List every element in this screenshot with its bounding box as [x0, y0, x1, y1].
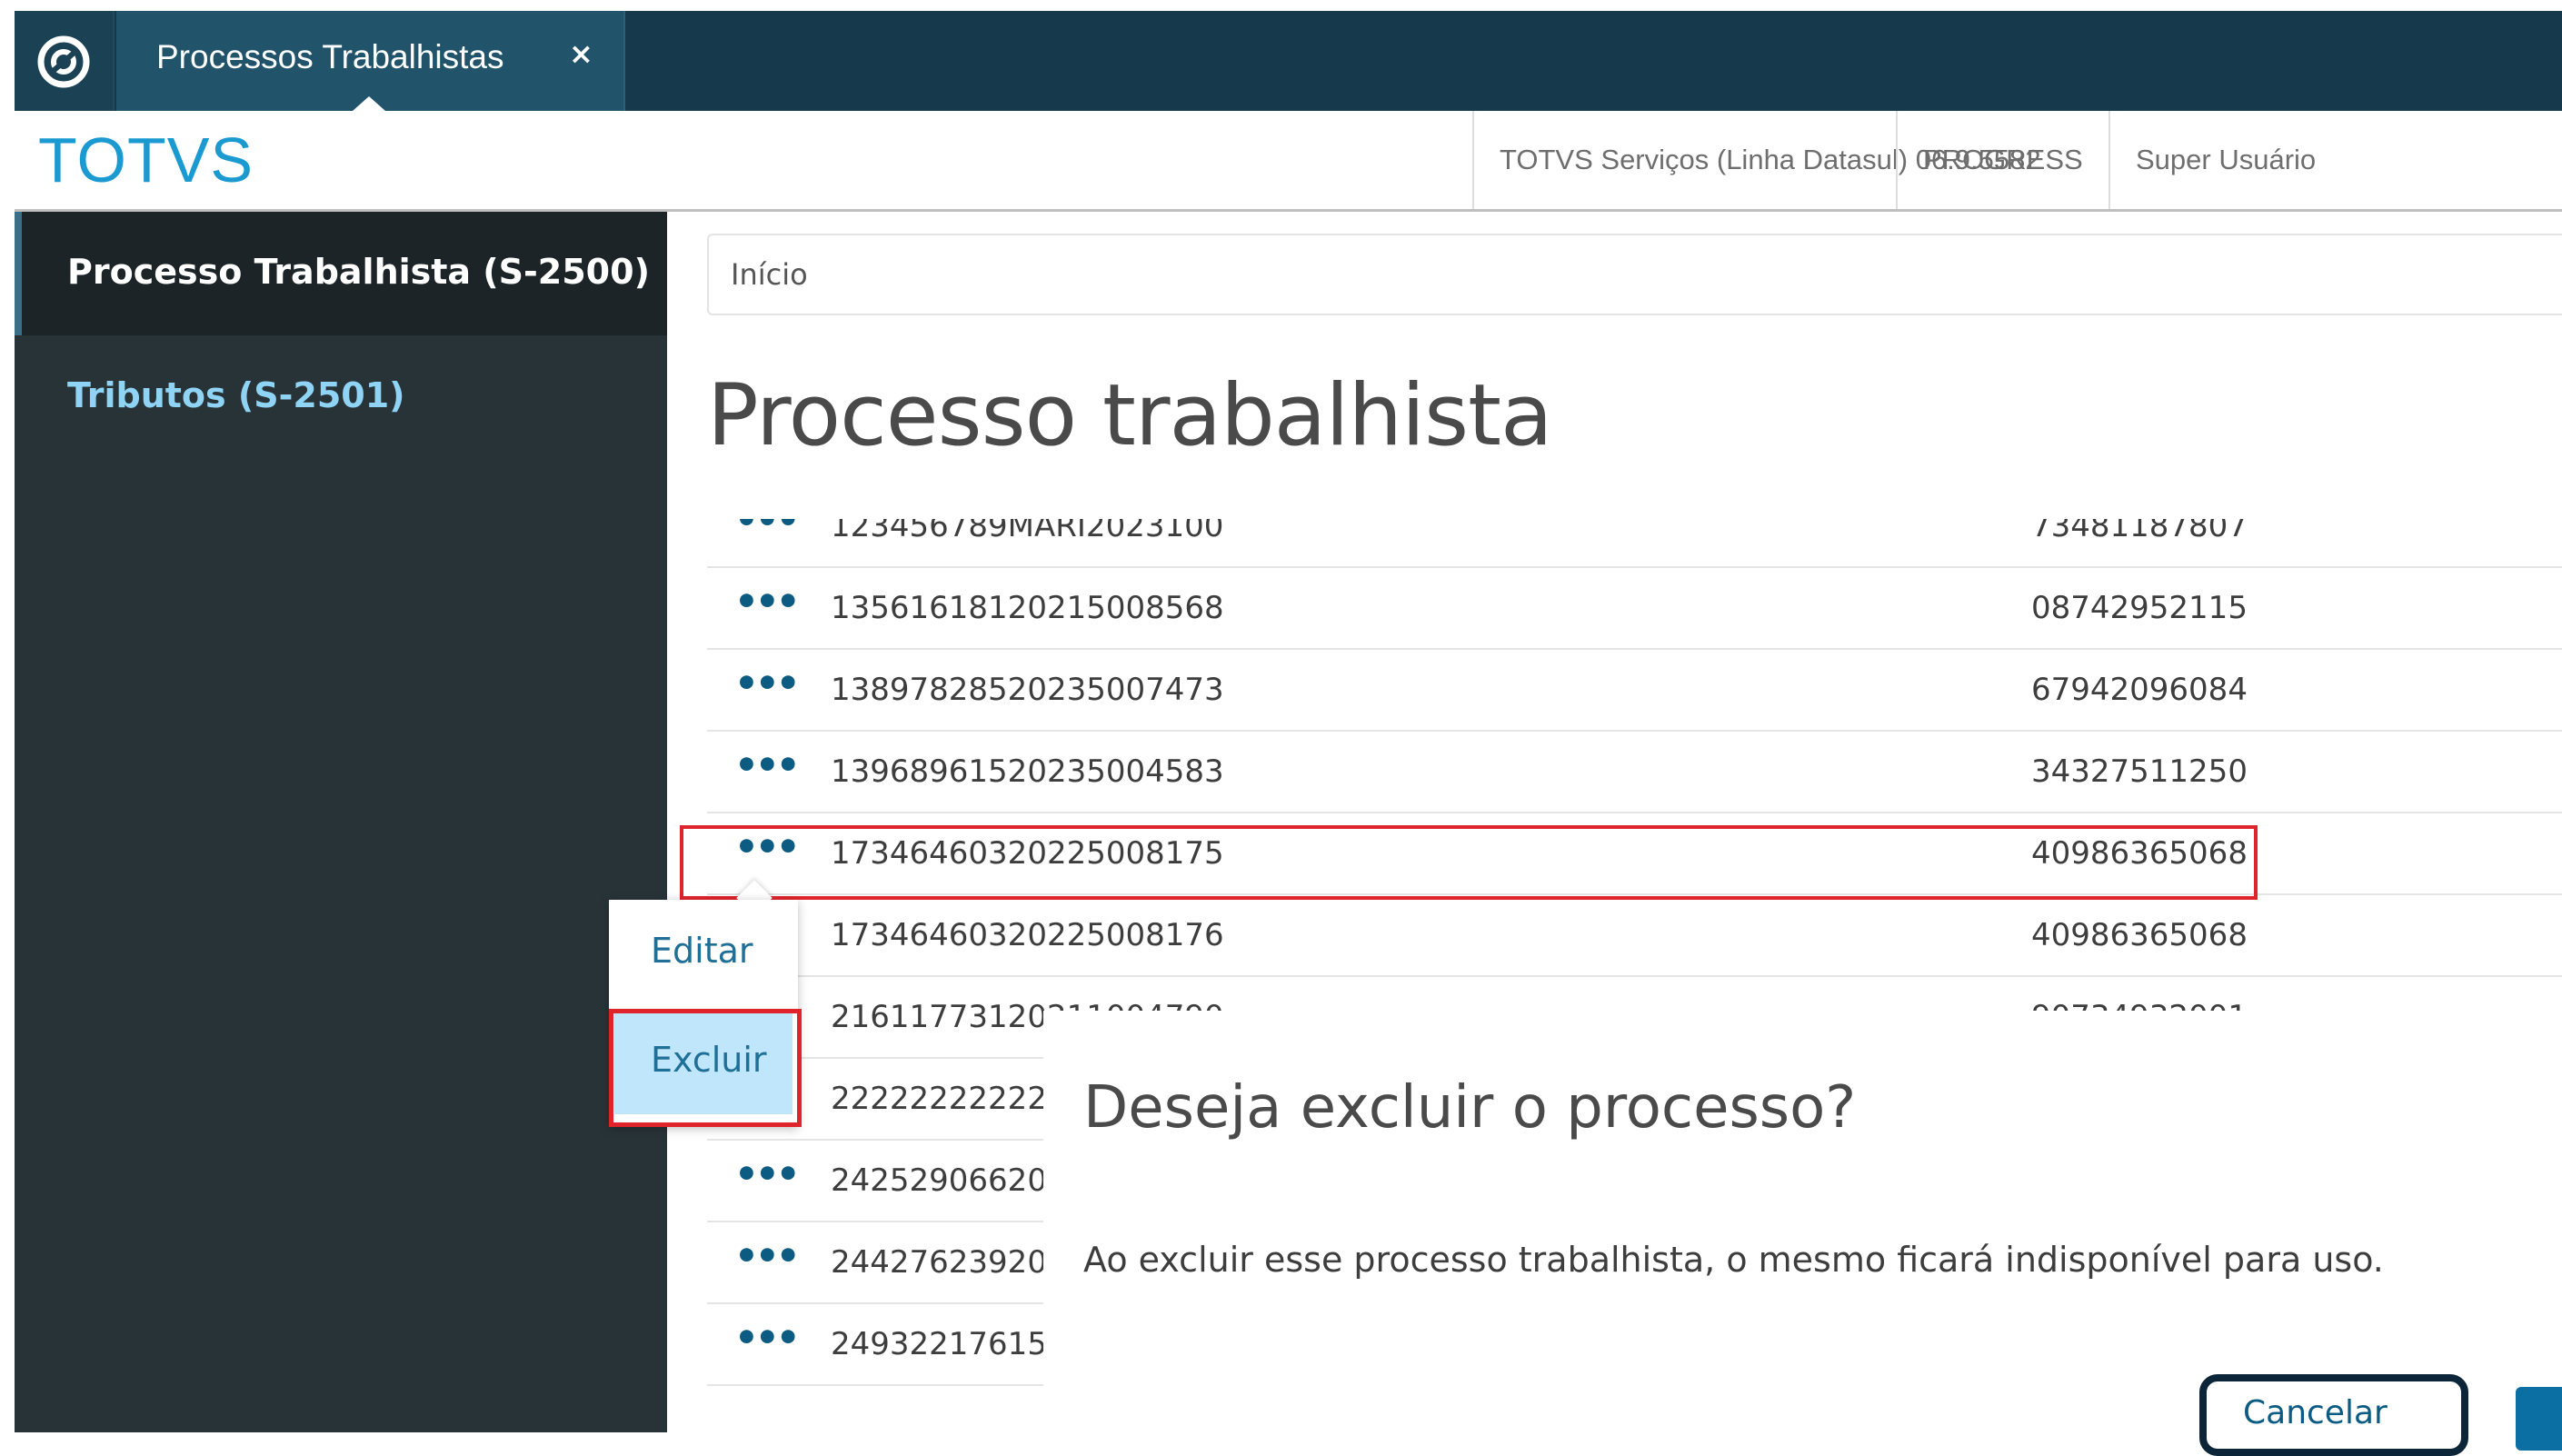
more-actions-icon[interactable]: ••• [734, 579, 801, 623]
table-row: ••• 13897828520235007473 67942096084 [707, 648, 2562, 732]
sidebar-item-tributos[interactable]: Tributos (S-2501) [15, 335, 667, 459]
sidebar-item-label: Tributos (S-2501) [67, 375, 405, 415]
sidebar: Processo Trabalhista (S-2500) Tributos (… [15, 212, 674, 1432]
tab-processos-trabalhistas[interactable]: Processos Trabalhistas × [116, 11, 625, 111]
confirm-button[interactable] [2516, 1387, 2562, 1451]
table-row: ••• 13561618120215008568 08742952115 [707, 566, 2562, 650]
app-header: TOTVS TOTVS Serviços (Linha Datasul) 06.… [15, 111, 2562, 212]
table-cell-process-number: 13561618120215008568 [831, 590, 1224, 626]
sidebar-item-label: Processo Trabalhista (S-2500) [67, 252, 650, 292]
more-actions-icon[interactable]: ••• [734, 1315, 801, 1360]
sidebar-item-processo-trabalhista[interactable]: Processo Trabalhista (S-2500) [15, 212, 674, 335]
table-cell-process-number: 13897828520235007473 [831, 672, 1224, 708]
edit-menu-item[interactable]: Editar [609, 900, 798, 1007]
dialog-title: Deseja excluir o processo? [1083, 1074, 1857, 1142]
selected-row-highlight [680, 825, 2258, 900]
brand-logo: TOTVS [38, 125, 254, 195]
edit-menu-label: Editar [651, 931, 753, 971]
page-title: Processo trabalhista [707, 366, 1553, 465]
dialog-message: Ao excluir esse processo trabalhista, o … [1083, 1240, 2384, 1280]
more-actions-icon[interactable]: ••• [734, 743, 801, 787]
top-bar: Processos Trabalhistas × [15, 11, 2562, 111]
more-actions-icon[interactable]: ••• [734, 1152, 801, 1196]
cancel-button[interactable]: Cancelar [2199, 1374, 2468, 1456]
confirm-delete-dialog: Deseja excluir o processo? Ao excluir es… [1043, 1011, 2562, 1456]
totvs-logo-icon [37, 35, 90, 88]
delete-item-highlight [609, 1009, 802, 1127]
table-cell-process-number: 13968961520235004583 [831, 753, 1224, 790]
table-cell-document: 40986365068 [2031, 917, 2248, 953]
more-actions-icon[interactable]: ••• [734, 519, 801, 542]
table-cell-process-number: 123456789MARI2023100 [831, 519, 1224, 544]
close-icon[interactable]: × [569, 36, 593, 71]
header-user[interactable]: Super Usuário [2108, 111, 2341, 209]
menu-logo-button[interactable] [15, 11, 115, 111]
more-actions-icon[interactable]: ••• [734, 1233, 801, 1278]
breadcrumb-item-inicio[interactable]: Início [731, 257, 808, 292]
tab-label: Processos Trabalhistas [156, 38, 504, 75]
table-row: ••• 123456789MARI2023100 73481187807 [707, 519, 2562, 568]
cancel-button-label: Cancelar [2243, 1394, 2388, 1431]
table-row: ••• 13968961520235004583 34327511250 [707, 730, 2562, 813]
table-row: ••• 17346460320225008176 40986365068 [707, 893, 2562, 977]
table-cell-document: 73481187807 [2031, 519, 2248, 544]
header-database: PROGRESS [1896, 111, 2108, 209]
active-tab-caret [353, 96, 385, 111]
table-cell-process-number: 17346460320225008176 [831, 917, 1224, 953]
table-cell-document: 08742952115 [2031, 590, 2248, 626]
table-cell-document: 34327511250 [2031, 753, 2248, 790]
breadcrumb: Início [707, 234, 2562, 315]
more-actions-icon[interactable]: ••• [734, 661, 801, 705]
table-cell-document: 67942096084 [2031, 672, 2248, 708]
